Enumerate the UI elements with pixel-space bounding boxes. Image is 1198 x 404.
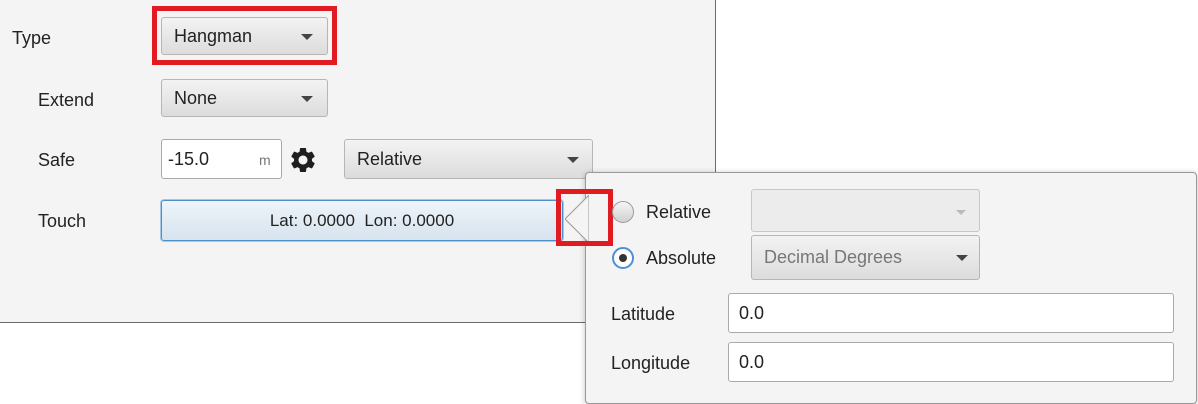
- absolute-format-value: Decimal Degrees: [764, 247, 903, 267]
- chevron-down-icon: [301, 34, 313, 40]
- chevron-down-icon: [956, 210, 966, 215]
- chevron-down-icon: [301, 96, 313, 102]
- touch-location-value: Lat: 0.0000 Lon: 0.0000: [269, 210, 455, 230]
- absolute-radio-label: Absolute: [646, 248, 717, 268]
- type-dropdown[interactable]: Hangman: [161, 17, 328, 55]
- touch-location-button[interactable]: Lat: 0.0000 Lon: 0.0000: [161, 200, 563, 241]
- touch-label: Touch: [38, 211, 87, 231]
- safe-input-value: -15.0: [168, 149, 210, 169]
- longitude-value: 0.0: [739, 352, 765, 372]
- latitude-input[interactable]: 0.0: [728, 293, 1174, 333]
- relative-radio[interactable]: [612, 201, 634, 223]
- safe-unit: m: [259, 152, 271, 168]
- chevron-down-icon: [567, 157, 579, 163]
- absolute-radio[interactable]: [612, 247, 634, 269]
- popup-pointer-highlight-box: [556, 189, 613, 246]
- safe-mode-value: Relative: [357, 148, 423, 169]
- extend-dropdown[interactable]: None: [161, 79, 328, 117]
- safe-mode-dropdown[interactable]: Relative: [344, 139, 593, 179]
- latitude-value: 0.0: [739, 303, 765, 323]
- type-label: Type: [12, 28, 52, 48]
- longitude-input[interactable]: 0.0: [728, 342, 1174, 382]
- longitude-label: Longitude: [611, 353, 691, 373]
- extend-dropdown-value: None: [174, 87, 218, 108]
- extend-label: Extend: [38, 90, 95, 110]
- latitude-label: Latitude: [611, 304, 676, 324]
- safe-input[interactable]: -15.0 m: [161, 139, 282, 179]
- relative-radio-label: Relative: [646, 202, 712, 222]
- type-dropdown-value: Hangman: [174, 25, 253, 46]
- absolute-format-dropdown[interactable]: Decimal Degrees: [751, 235, 980, 280]
- relative-format-dropdown: [751, 189, 980, 232]
- chevron-down-icon: [956, 255, 968, 261]
- safe-label: Safe: [38, 150, 76, 170]
- gear-icon[interactable]: [288, 145, 318, 175]
